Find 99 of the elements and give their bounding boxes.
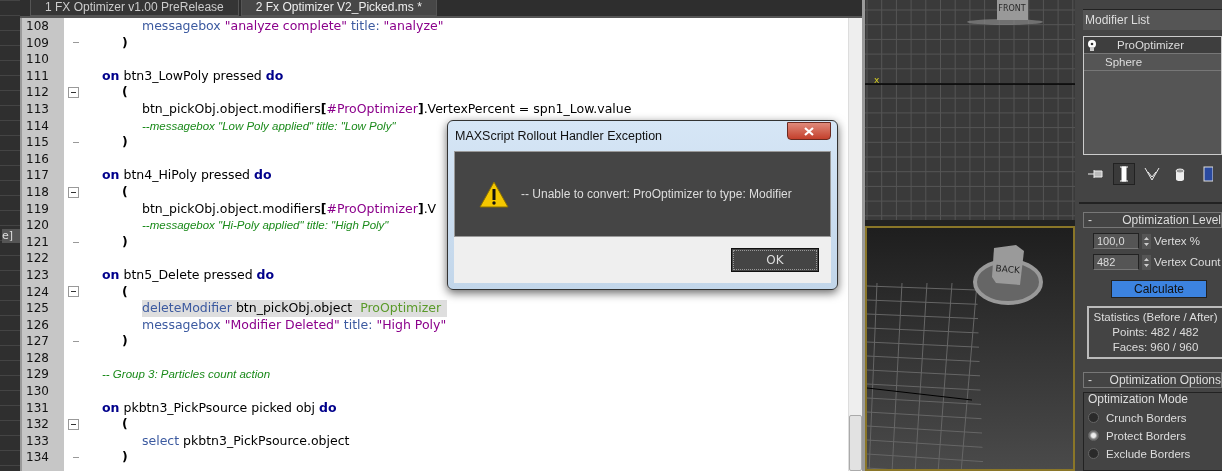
viewcube-drawing[interactable] <box>967 0 1043 25</box>
warning-icon <box>479 180 509 208</box>
line-number: 108 <box>25 18 50 35</box>
editor-tab[interactable]: 1 FX Optimizer v1.00 PreRelease <box>30 0 239 16</box>
fold-toggle-icon[interactable] <box>67 186 79 198</box>
line-number: 120 <box>25 217 50 234</box>
spinner-field[interactable]: 482 <box>1093 254 1139 271</box>
ok-button[interactable]: OK <box>731 248 819 272</box>
code-line: ) <box>122 449 129 467</box>
close-button[interactable] <box>787 122 831 140</box>
line-number: 134 <box>25 449 50 467</box>
line-number: 123 <box>25 266 50 284</box>
line-number: 132 <box>25 416 50 433</box>
code-line: messagebox "analyze complete" title: "analyze" <box>142 18 445 35</box>
viewport-label: e] <box>2 229 20 243</box>
line-number: 110 <box>25 51 50 68</box>
toolbar-button[interactable] <box>1113 163 1135 186</box>
code-line: ( <box>122 416 129 433</box>
error-message: -- Unable to convert: ProOptimizer to type: Modifier <box>521 187 792 201</box>
code-line: on btn5_Delete pressed do <box>102 266 276 284</box>
radio-button[interactable] <box>1088 412 1099 424</box>
modifier-list-dropdown[interactable]: Modifier List <box>1083 9 1222 30</box>
code-line: ( <box>122 283 129 301</box>
line-number: 125 <box>25 300 50 317</box>
spinner-arrows-icon[interactable] <box>1142 233 1151 249</box>
code-line: btn_pickObj.object.modifiers[#ProOptimizer].V <box>142 200 438 218</box>
pin-icon <box>1088 169 1104 180</box>
scrollbar-thumb[interactable] <box>849 415 862 471</box>
line-number: 115 <box>25 134 50 151</box>
code-line: select pkbtn3_PickPsource.object <box>142 432 351 450</box>
line-number: 126 <box>25 316 50 334</box>
radio-label[interactable]: Crunch Borders <box>1106 412 1187 424</box>
line-number: 113 <box>25 100 50 118</box>
spinner-field[interactable]: 100,0 <box>1093 233 1139 250</box>
radio-button[interactable] <box>1088 448 1099 460</box>
code-line: ( <box>122 183 129 201</box>
rollout-header[interactable]: - Optimization Level <box>1083 212 1222 229</box>
statistics-text: Faces: 960 / 960 <box>1111 340 1200 355</box>
spinner-arrows-icon[interactable] <box>1142 254 1151 270</box>
close-icon <box>804 126 814 136</box>
rollout-header[interactable]: - Optimization Options <box>1083 372 1222 388</box>
code-line: ) <box>122 333 129 350</box>
line-number: 112 <box>25 84 50 101</box>
statistics-text: Points: 482 / 482 <box>1111 325 1200 340</box>
radio-button[interactable] <box>1088 430 1099 442</box>
light-bulb-icon[interactable] <box>1087 38 1097 52</box>
code-line: ( <box>122 84 129 101</box>
code-line: -- Group 3: Particles count action <box>102 367 272 383</box>
code-line: --messagebox "Low Poly applied" title: "Low Poly" <box>142 118 397 134</box>
fold-toggle-icon[interactable] <box>67 87 79 99</box>
line-number: 122 <box>25 250 50 267</box>
code-line: on btn4_HiPoly pressed do <box>102 167 273 184</box>
code-line: messagebox "Modifier Deleted" title: "High Poly" <box>142 316 448 334</box>
editor-tab[interactable]: 2 Fx Optimizer V2_Picked.ms * <box>240 0 437 16</box>
panel-icon <box>1203 166 1213 183</box>
code-line: ) <box>122 233 129 251</box>
line-number: 121 <box>25 233 50 251</box>
code-line: on pkbtn3_PickPsource picked obj do <box>102 399 338 417</box>
code-line: ) <box>122 134 129 151</box>
line-number: 129 <box>25 366 50 384</box>
line-number: 130 <box>25 383 50 400</box>
calculate-button[interactable]: Calculate <box>1111 280 1207 298</box>
fold-toggle-icon[interactable] <box>67 286 79 298</box>
spinner-label: Vertex Count <box>1154 256 1221 269</box>
line-number: 111 <box>25 67 50 85</box>
code-line: on btn3_LowPoly pressed do <box>102 67 285 85</box>
spinner-label: Vertex % <box>1154 235 1201 248</box>
line-number: 118 <box>25 183 50 201</box>
code-line: ) <box>122 34 129 52</box>
statistics-text: Statistics (Before / After) <box>1092 310 1219 325</box>
scrollbar[interactable] <box>848 18 862 471</box>
line-number: 127 <box>25 333 50 350</box>
line-number: 116 <box>25 150 50 168</box>
viewcube-label: FRONT <box>998 4 1026 13</box>
stack-item[interactable]: ProOptimizer <box>1084 37 1221 54</box>
line-number: 109 <box>25 34 50 52</box>
line-number: 117 <box>25 167 50 184</box>
cylinder-icon <box>1175 167 1185 182</box>
radio-label[interactable]: Protect Borders <box>1106 430 1186 442</box>
stack-item[interactable]: Sphere <box>1084 54 1221 71</box>
line-number: 133 <box>25 432 50 450</box>
ibeam-icon <box>1120 166 1128 183</box>
viewcube-label: BACK <box>995 263 1021 276</box>
axis-label: x <box>874 75 880 85</box>
fold-toggle-icon[interactable] <box>67 419 79 431</box>
code-line: --messagebox "Hi-Poly applied" title: "High Poly" <box>142 218 390 234</box>
fork-icon <box>1144 167 1160 182</box>
dialog-title: MAXScript Rollout Handler Exception <box>454 129 663 143</box>
viewport[interactable]: FRONT x <box>865 0 1075 220</box>
line-number: 119 <box>25 200 50 218</box>
line-number: 128 <box>25 349 50 367</box>
viewport[interactable]: BACK <box>865 226 1075 471</box>
line-number: 114 <box>25 117 50 135</box>
line-number: 131 <box>25 399 50 417</box>
radio-label[interactable]: Exclude Borders <box>1106 448 1191 460</box>
code-line: btn_pickObj.object.modifiers[#ProOptimizer].VertexPercent = spn1_Low.value <box>142 100 633 118</box>
viewcube-drawing[interactable] <box>973 245 1043 305</box>
line-number: 124 <box>25 283 50 301</box>
group-label: Optimization Mode <box>1088 392 1190 406</box>
